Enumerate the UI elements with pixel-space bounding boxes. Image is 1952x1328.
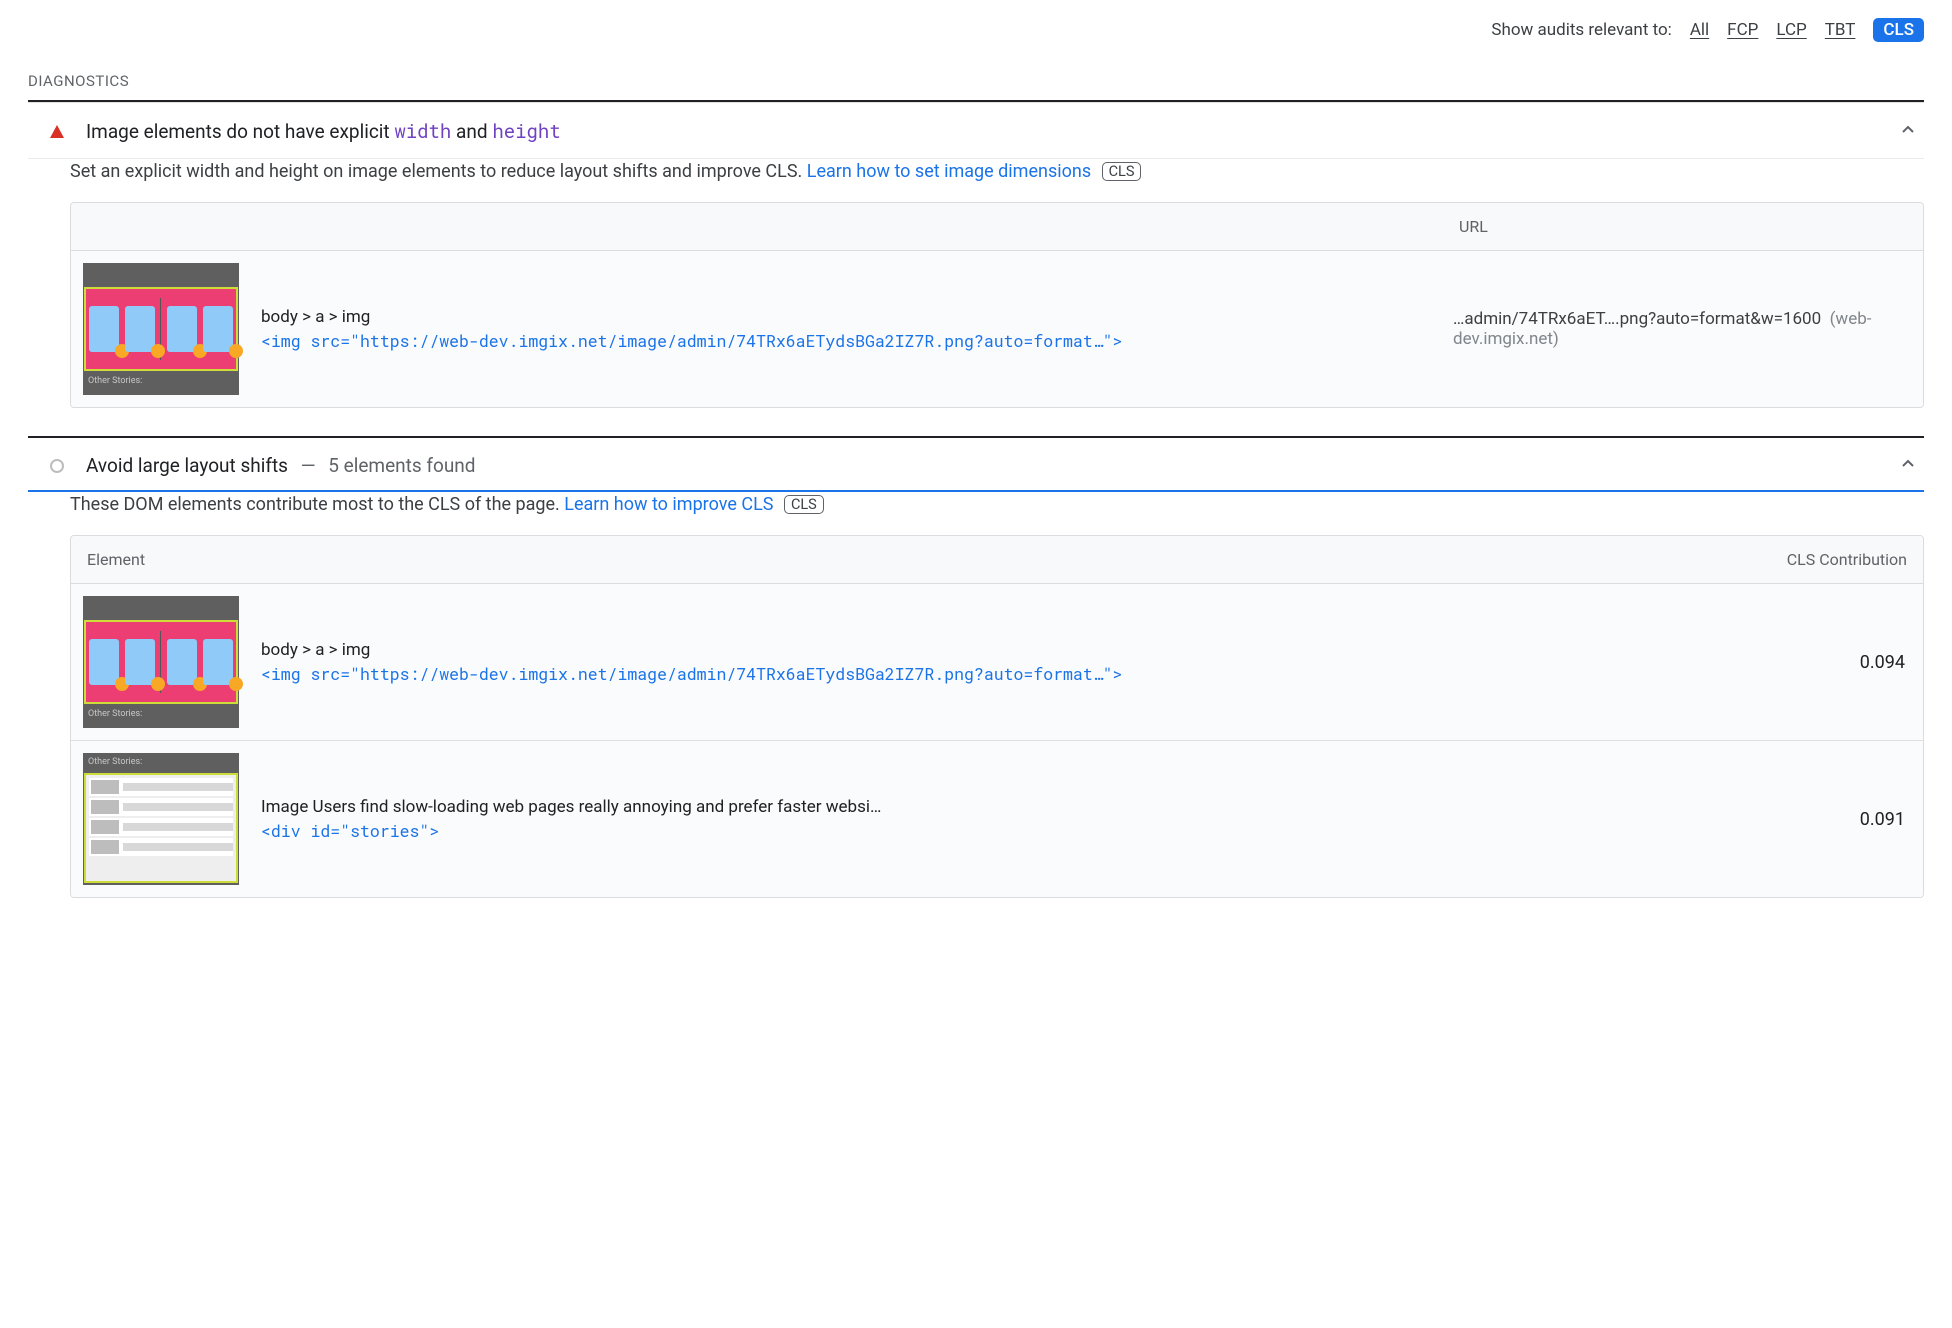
table-head: Element CLS Contribution [71,536,1923,584]
dom-selector: body > a > img [261,640,1713,660]
audit-toggle[interactable]: Avoid large layout shifts — 5 elements f… [28,438,1924,491]
audit-image-dimensions: Image elements do not have explicit widt… [28,102,1924,432]
audit-title: Avoid large layout shifts — 5 elements f… [86,454,476,477]
col-element: Element [71,536,1723,583]
learn-link[interactable]: Learn how to set image dimensions [807,161,1091,182]
table-head: URL [71,203,1923,251]
learn-link[interactable]: Learn how to improve CLS [564,494,773,515]
table-row: Other Stories: body > a > img <img src="… [71,584,1923,741]
resource-url[interactable]: …admin/74TRx6aET….png?auto=format&w=1600 [1453,309,1821,329]
audit-toggle[interactable]: Image elements do not have explicit widt… [28,103,1924,158]
info-circle-icon [46,459,68,473]
filter-cls-active[interactable]: CLS [1873,18,1924,42]
dom-snippet: <img src="https://web-dev.imgix.net/imag… [261,664,1713,685]
filter-label: Show audits relevant to: [1491,20,1671,40]
cls-badge: CLS [1102,162,1142,181]
diagnostics-heading: DIAGNOSTICS [28,54,1924,102]
audit-description: These DOM elements contribute most to th… [70,494,1924,515]
element-title: Image Users find slow-loading web pages … [261,797,1713,817]
element-thumbnail: Other Stories: [83,263,239,395]
fail-triangle-icon [46,124,68,140]
cls-table: Element CLS Contribution Other Stories: [70,535,1924,898]
audit-large-layout-shifts: Avoid large layout shifts — 5 elements f… [28,438,1924,922]
chevron-up-icon [1900,119,1916,144]
table-row: Other Stories: Image Users find slow-loa… [71,741,1923,897]
url-table: URL Other Stories: body > a > i [70,202,1924,408]
element-thumbnail: Other Stories: [83,753,239,885]
dom-snippet: <img src="https://web-dev.imgix.net/imag… [261,331,1433,352]
col-url: URL [1443,203,1923,250]
filter-tbt[interactable]: TBT [1825,20,1856,40]
cls-badge: CLS [784,495,824,514]
filter-bar: Show audits relevant to: All FCP LCP TBT… [28,10,1924,54]
cls-value: 0.094 [1723,636,1923,689]
chevron-up-icon [1900,453,1916,478]
filter-lcp[interactable]: LCP [1776,20,1806,40]
audit-title: Image elements do not have explicit widt… [86,119,561,144]
filter-fcp[interactable]: FCP [1727,20,1758,40]
audit-body: These DOM elements contribute most to th… [28,492,1924,922]
element-thumbnail: Other Stories: [83,596,239,728]
col-cls-contribution: CLS Contribution [1723,536,1923,583]
dom-selector: body > a > img [261,307,1433,327]
table-row: Other Stories: body > a > img <img src="… [71,251,1923,407]
audit-body: Set an explicit width and height on imag… [28,159,1924,432]
audit-description: Set an explicit width and height on imag… [70,161,1924,182]
cls-value: 0.091 [1723,793,1923,846]
dom-snippet: <div id="stories"> [261,821,1713,842]
filter-all[interactable]: All [1690,20,1709,40]
